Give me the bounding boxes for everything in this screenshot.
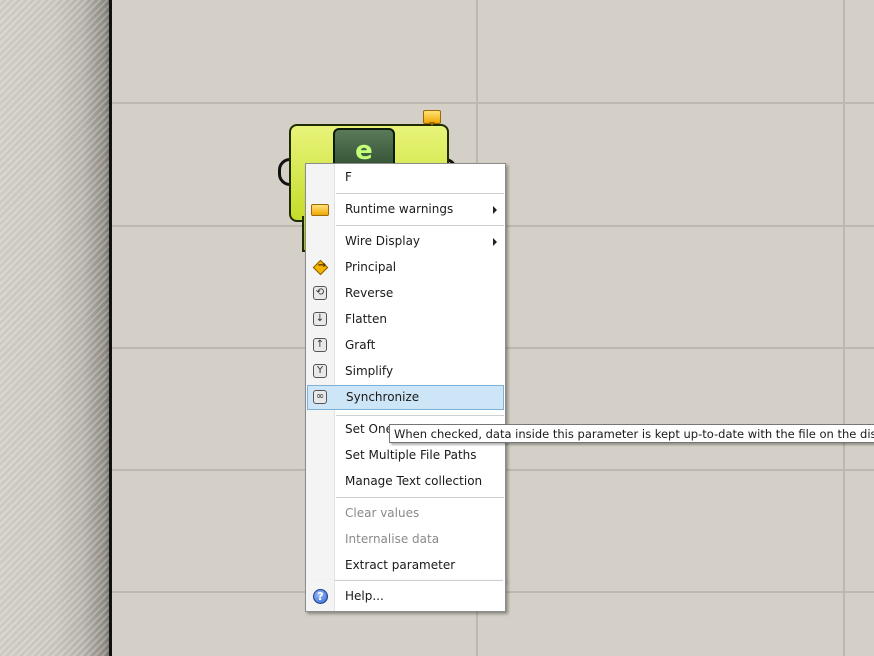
warning-balloon-icon	[311, 204, 329, 216]
context-menu: F Runtime warnings Wire Display → Princi…	[305, 163, 506, 581]
grid-line	[112, 102, 874, 104]
context-menu-bottom: ? Help...	[305, 580, 506, 612]
menu-item-label: Simplify	[345, 364, 394, 378]
synchronize-tooltip: When checked, data inside this parameter…	[389, 424, 874, 443]
canvas-left-border	[109, 0, 112, 656]
menu-item-label: Help...	[345, 589, 384, 603]
menu-item-simplify[interactable]: Y Simplify	[308, 361, 503, 383]
submenu-arrow-icon	[493, 206, 497, 214]
canvas-left-panel	[0, 0, 110, 656]
menu-item-label: Set One	[345, 422, 393, 436]
menu-item-runtime-warnings[interactable]: Runtime warnings	[308, 199, 503, 221]
component-glyph: e	[355, 136, 373, 166]
menu-item-name-field[interactable]: F	[308, 167, 503, 189]
menu-separator	[335, 580, 503, 581]
menu-item-label: Runtime warnings	[345, 202, 454, 216]
principal-arrow-icon: →	[317, 260, 327, 271]
simplify-icon: Y	[313, 364, 327, 378]
menu-item-label: Clear values	[345, 506, 420, 520]
menu-item-graft[interactable]: ↑ Graft	[308, 335, 503, 357]
menu-item-internalise-data: Internalise data	[308, 529, 503, 551]
menu-separator	[336, 225, 504, 226]
menu-item-label: Reverse	[345, 286, 394, 300]
menu-item-clear-values: Clear values	[308, 503, 503, 525]
menu-item-label: Synchronize	[346, 390, 420, 404]
menu-item-principal[interactable]: → Principal	[308, 257, 503, 279]
menu-item-label: Flatten	[345, 312, 387, 326]
graft-icon: ↑	[313, 338, 327, 352]
menu-item-flatten[interactable]: ↓ Flatten	[308, 309, 503, 331]
menu-item-manage-text-collection[interactable]: Manage Text collection	[308, 471, 503, 493]
menu-item-label: Internalise data	[345, 532, 440, 546]
reverse-icon: ⟲	[313, 286, 327, 300]
menu-item-label: Extract parameter	[345, 558, 456, 572]
warning-balloon-icon[interactable]	[423, 110, 441, 126]
grid-line	[843, 0, 845, 656]
menu-separator	[336, 415, 504, 416]
menu-item-label: Manage Text collection	[345, 474, 483, 488]
flatten-icon: ↓	[313, 312, 327, 326]
menu-item-extract-parameter[interactable]: Extract parameter	[308, 555, 503, 577]
menu-item-label: Graft	[345, 338, 376, 352]
submenu-arrow-icon	[493, 238, 497, 246]
menu-item-label: Set Multiple File Paths	[345, 448, 477, 462]
help-icon: ?	[313, 589, 328, 604]
menu-item-set-multiple-file-paths[interactable]: Set Multiple File Paths	[308, 445, 503, 467]
menu-item-label: Principal	[345, 260, 397, 274]
menu-separator	[336, 193, 504, 194]
menu-item-reverse[interactable]: ⟲ Reverse	[308, 283, 503, 305]
menu-separator	[336, 497, 504, 498]
menu-item-label: F	[345, 170, 352, 184]
menu-item-wire-display[interactable]: Wire Display	[308, 231, 503, 253]
menu-item-label: Wire Display	[345, 234, 421, 248]
synchronize-icon: ∞	[313, 390, 327, 404]
menu-item-help[interactable]: ? Help...	[308, 586, 503, 608]
menu-item-synchronize[interactable]: ∞ Synchronize	[307, 385, 504, 410]
